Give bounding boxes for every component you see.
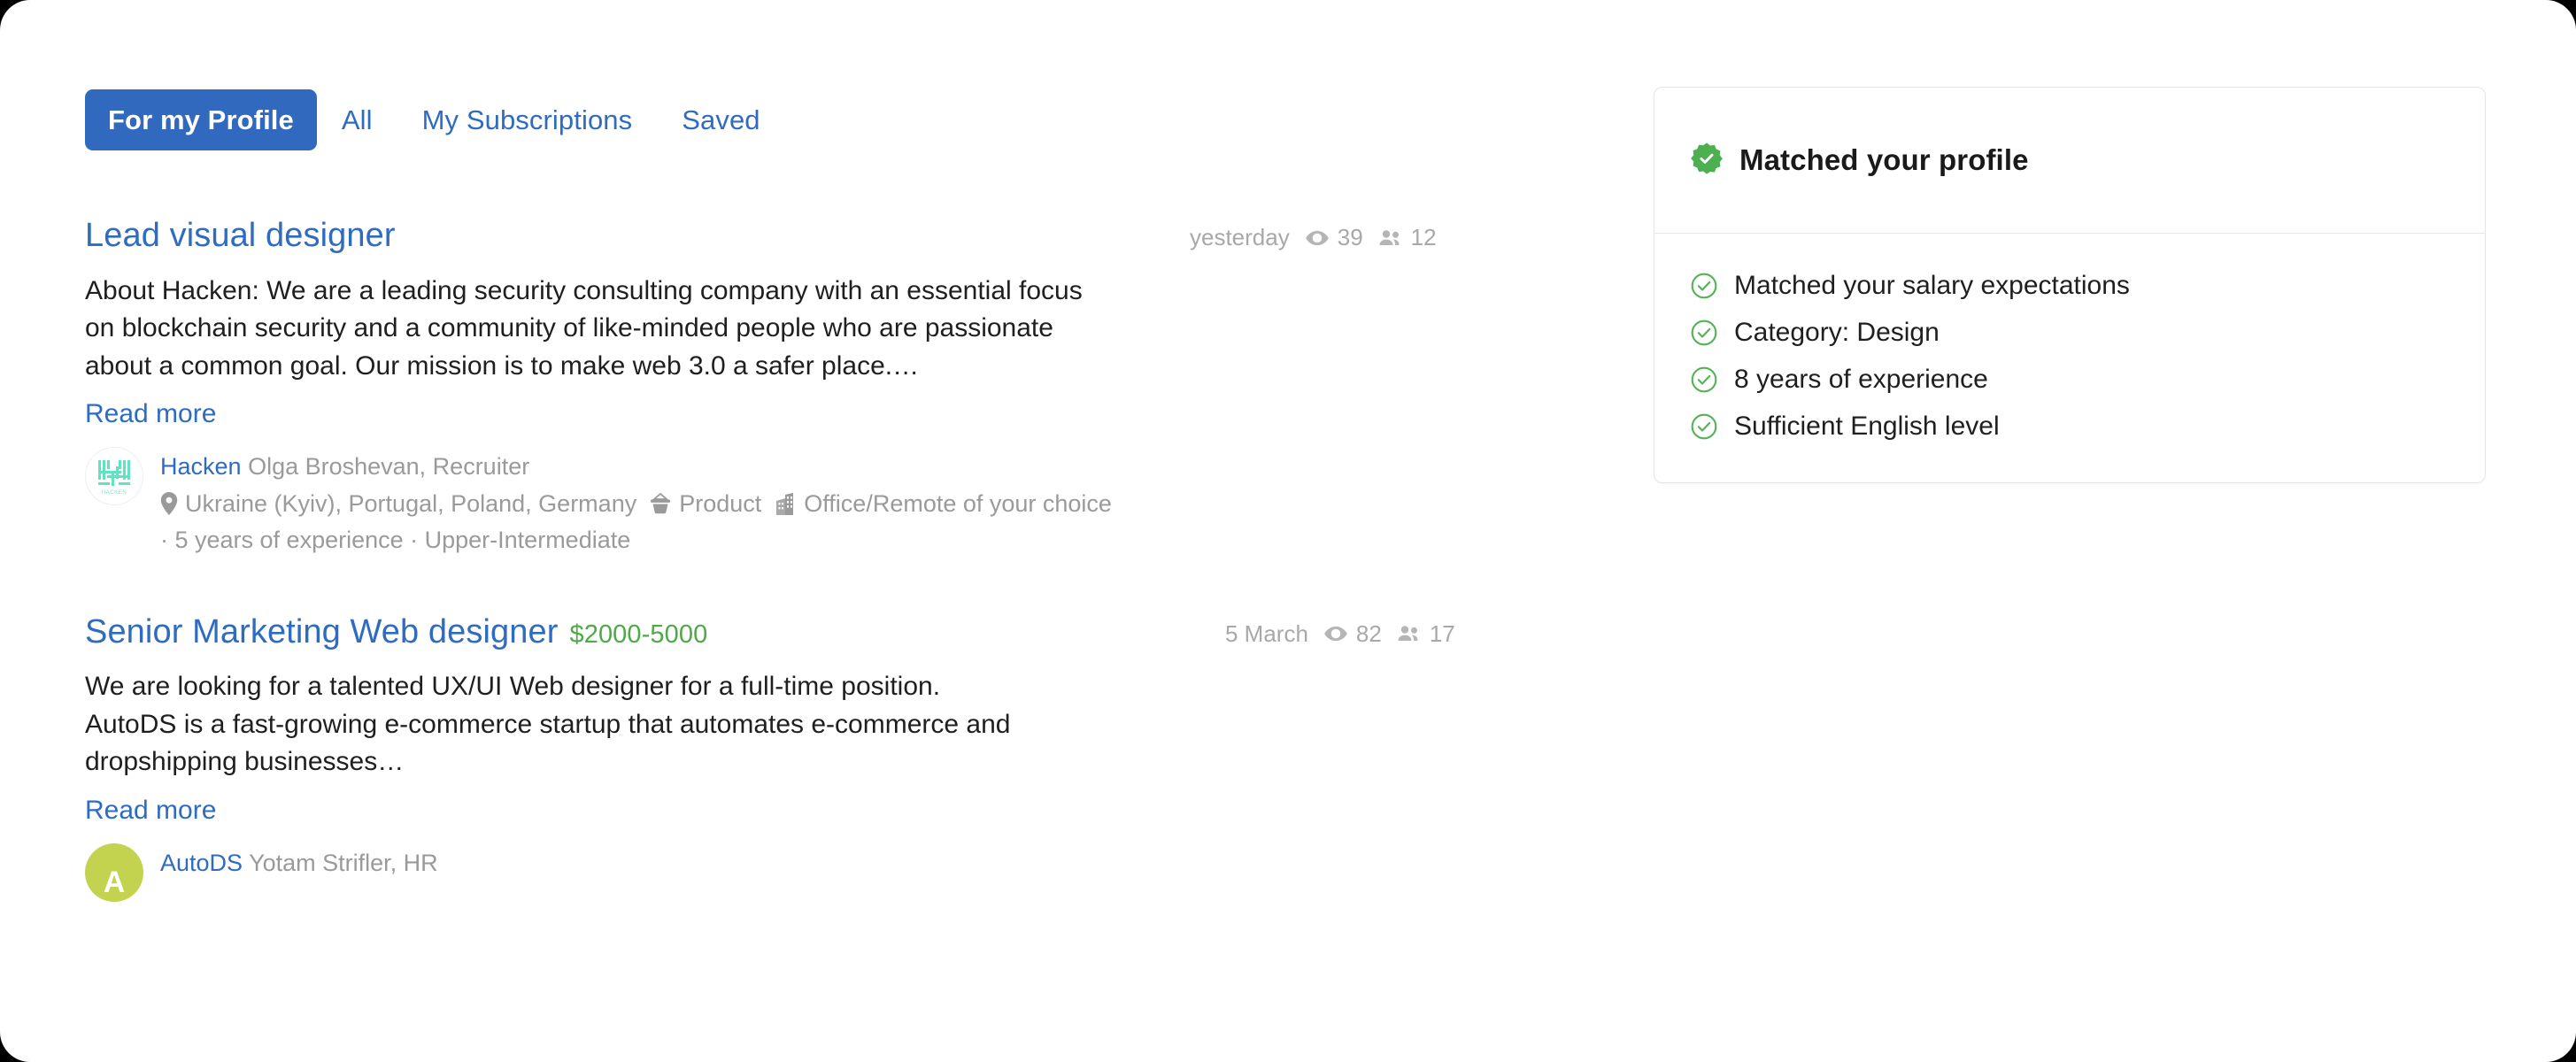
company-row: A AutoDS Yotam Strifler, HR — [85, 843, 1554, 903]
job-posted-date: 5 March — [1225, 620, 1308, 647]
matched-profile-header: Matched your profile — [1654, 88, 2485, 234]
company-line-3: · 5 years of experience · Upper-Intermed… — [160, 526, 631, 553]
read-more-link[interactable]: Read more — [85, 398, 216, 430]
job-views: 39 — [1305, 224, 1363, 251]
circle-check-icon — [1690, 272, 1718, 300]
matched-profile-list: Matched your salary expectations Categor… — [1654, 234, 2485, 482]
job-description-line: About Hacken: We are a leading security … — [85, 275, 1083, 305]
company-contact: Olga Broshevan, Recruiter — [248, 453, 530, 481]
matched-item-label: Sufficient English level — [1734, 412, 2000, 441]
office-building-icon — [774, 492, 797, 515]
verified-badge-icon — [1690, 142, 1724, 180]
people-icon — [1397, 623, 1422, 644]
matched-item: Sufficient English level — [1690, 404, 2449, 450]
company-avatar-initial: A — [103, 866, 126, 900]
people-icon — [1378, 227, 1403, 249]
read-more-link[interactable]: Read more — [85, 795, 216, 827]
map-pin-icon — [160, 492, 178, 516]
matched-item: Matched your salary expectations — [1690, 263, 2449, 309]
job-views: 82 — [1323, 620, 1382, 648]
job-list: Lead visual designer yesterday 39 12 Abo… — [85, 217, 1554, 903]
job-title-link[interactable]: Senior Marketing Web designer — [85, 613, 558, 652]
job-description-line: about a common goal. Our mission is to m… — [85, 350, 920, 381]
product-basket-icon — [649, 493, 672, 514]
job-stats: 5 March 82 17 — [1225, 620, 1455, 648]
job-card: Senior Marketing Web designer $2000-5000… — [85, 613, 1554, 903]
job-description-line: We are looking for a talented UX/UI Web … — [85, 672, 941, 702]
company-name-link[interactable]: AutoDS — [160, 850, 243, 876]
matched-item: Category: Design — [1690, 310, 2449, 356]
matched-item-label: 8 years of experience — [1734, 365, 1988, 394]
job-stats: yesterday 39 12 — [1190, 224, 1437, 251]
hacken-logo-icon: HACKEN — [98, 460, 130, 496]
circle-check-icon — [1690, 412, 1718, 441]
matched-item-label: Category: Design — [1734, 318, 1940, 347]
circle-check-icon — [1690, 366, 1718, 394]
eye-icon — [1305, 226, 1330, 250]
job-card: Lead visual designer yesterday 39 12 Abo… — [85, 217, 1554, 558]
tab-for-my-profile[interactable]: For my Profile — [85, 89, 317, 150]
company-office-type: Office/Remote of your choice — [804, 489, 1112, 517]
job-applicants-count: 17 — [1429, 620, 1455, 647]
job-description: About Hacken: We are a leading security … — [85, 273, 1413, 386]
matched-item-label: Matched your salary expectations — [1734, 271, 2130, 300]
job-salary: $2000-5000 — [569, 620, 708, 649]
company-contact: Yotam Strifler, HR — [249, 850, 438, 877]
job-applicants: 17 — [1397, 620, 1455, 648]
company-info: AutoDS Yotam Strifler, HR — [160, 843, 438, 881]
job-description-line: on blockchain security and a community o… — [85, 313, 1053, 343]
job-views-count: 39 — [1337, 224, 1363, 250]
job-title-link[interactable]: Lead visual designer — [85, 217, 396, 256]
tab-all[interactable]: All — [317, 89, 397, 150]
circle-check-icon — [1690, 319, 1718, 347]
company-row: HACKEN Hacken Olga Broshevan, Recruiter — [85, 447, 1554, 558]
eye-icon — [1323, 621, 1348, 646]
company-location: Ukraine (Kyiv), Portugal, Poland, German… — [185, 489, 637, 517]
matched-profile-title: Matched your profile — [1739, 143, 2029, 176]
company-name-link[interactable]: Hacken — [160, 453, 242, 480]
job-description-line: dropshipping businesses… — [85, 747, 405, 777]
job-applicants: 12 — [1378, 224, 1437, 251]
company-avatar[interactable]: A — [85, 843, 143, 903]
matched-item: 8 years of experience — [1690, 357, 2449, 403]
job-description: We are looking for a talented UX/UI Web … — [85, 668, 1413, 781]
tab-my-subscriptions[interactable]: My Subscriptions — [397, 89, 658, 150]
feed-tabs: For my Profile All My Subscriptions Save… — [85, 89, 785, 150]
company-line-1: AutoDS Yotam Strifler, HR — [160, 845, 438, 881]
job-views-count: 82 — [1355, 620, 1382, 647]
job-description-line: AutoDS is a fast-growing e-commerce star… — [85, 709, 1011, 739]
company-info: Hacken Olga Broshevan, Recruiter Ukraine… — [160, 447, 1124, 558]
company-line-2: Ukraine (Kyiv), Portugal, Poland, German… — [160, 486, 1124, 522]
job-applicants-count: 12 — [1410, 224, 1437, 250]
company-line-1: Hacken Olga Broshevan, Recruiter — [160, 449, 1124, 485]
tab-saved[interactable]: Saved — [657, 89, 784, 150]
matched-profile-panel: Matched your profile Matched your salary… — [1654, 87, 2486, 483]
company-avatar[interactable]: HACKEN — [85, 447, 143, 506]
job-feed-page: For my Profile All My Subscriptions Save… — [0, 0, 2576, 1062]
job-posted-date: yesterday — [1190, 224, 1290, 250]
company-product-type: Product — [679, 489, 762, 517]
svg-text:HACKEN: HACKEN — [102, 490, 127, 496]
